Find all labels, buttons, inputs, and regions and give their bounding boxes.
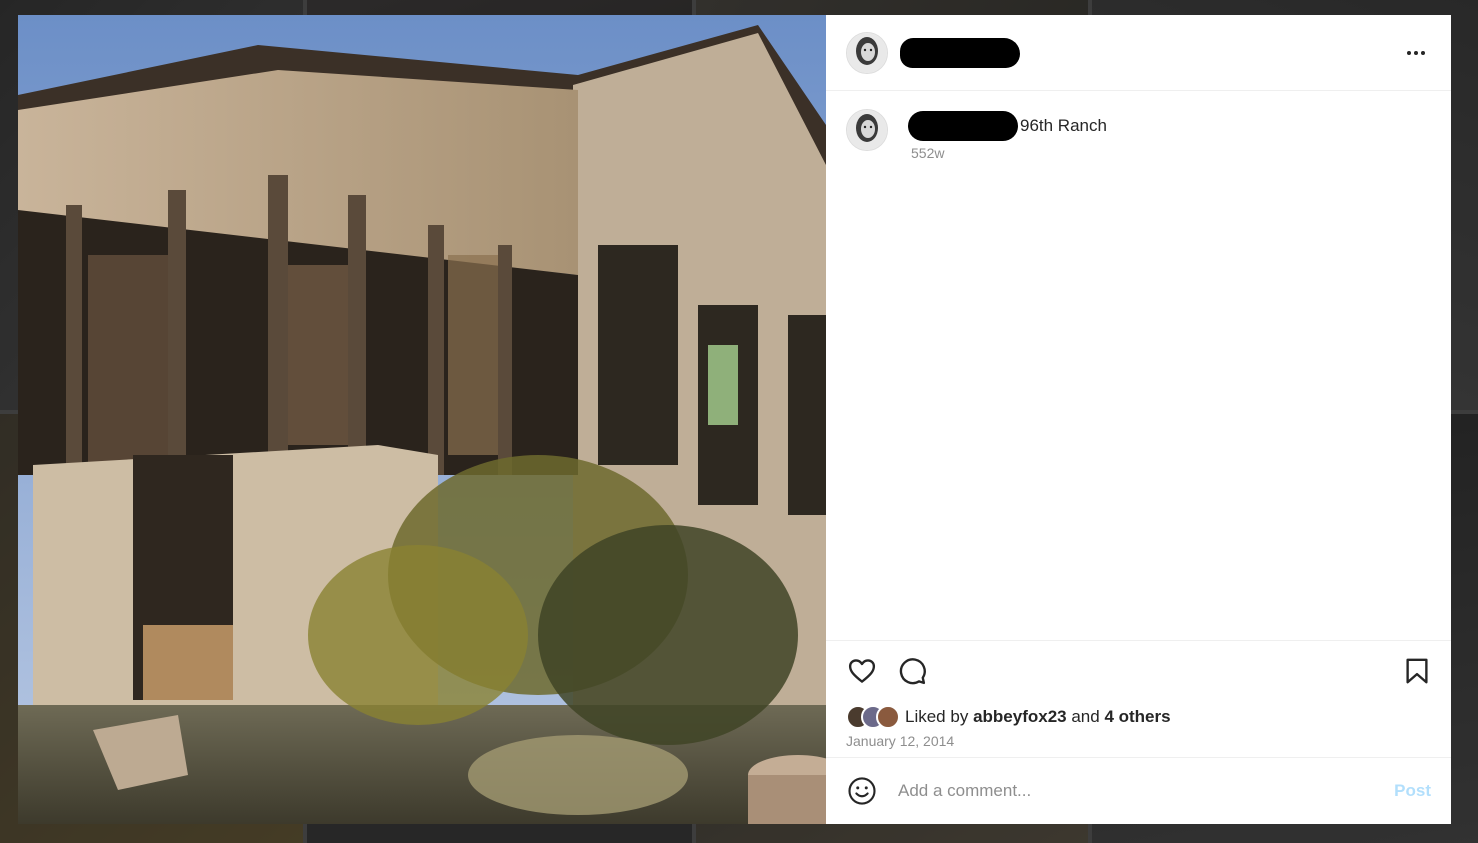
comment-button[interactable] xyxy=(896,655,928,687)
post-modal: 96th Ranch 552w Liked by abbeyfox23 and … xyxy=(18,15,1451,824)
caption-timestamp[interactable]: 552w xyxy=(911,145,1107,161)
liker-avatar xyxy=(876,705,900,729)
post-sidebar: 96th Ranch 552w Liked by abbeyfox23 and … xyxy=(826,15,1451,824)
smiley-icon xyxy=(848,777,876,805)
more-options-icon xyxy=(1407,51,1425,55)
caption: 96th Ranch 552w xyxy=(846,109,1431,161)
abandoned-house-photo xyxy=(18,15,826,824)
comments-area: 96th Ranch 552w xyxy=(826,91,1451,640)
avatar-icon xyxy=(847,110,887,150)
post-date[interactable]: January 12, 2014 xyxy=(846,733,1431,749)
comment-bubble-icon xyxy=(899,658,926,685)
likes-row: Liked by abbeyfox23 and 4 others xyxy=(846,703,1431,731)
comment-bar: Post xyxy=(826,757,1451,824)
actions-area: Liked by abbeyfox23 and 4 others January… xyxy=(826,640,1451,757)
post-comment-button[interactable]: Post xyxy=(1394,781,1431,801)
save-button[interactable] xyxy=(1401,655,1433,687)
likes-conjunction: and xyxy=(1071,707,1100,726)
caption-text: 96th Ranch xyxy=(1020,116,1107,135)
caption-avatar[interactable] xyxy=(846,109,888,151)
bookmark-icon xyxy=(1406,658,1428,684)
post-photo[interactable] xyxy=(18,15,826,824)
likes-text: Liked by abbeyfox23 and 4 others xyxy=(905,707,1171,727)
liker-avatars[interactable] xyxy=(846,705,900,729)
likes-prefix: Liked by xyxy=(905,707,969,726)
liker-username-link[interactable]: abbeyfox23 xyxy=(973,707,1067,726)
more-options-button[interactable] xyxy=(1401,39,1431,67)
caption-body: 96th Ranch 552w xyxy=(908,109,1107,161)
caption-line: 96th Ranch xyxy=(908,109,1107,143)
emoji-button[interactable] xyxy=(846,775,878,807)
post-header xyxy=(826,15,1451,91)
caption-username-redacted[interactable] xyxy=(908,111,1018,141)
like-button[interactable] xyxy=(846,655,878,687)
likes-others-link[interactable]: 4 others xyxy=(1104,707,1170,726)
author-avatar[interactable] xyxy=(846,31,888,74)
avatar-icon xyxy=(847,32,887,73)
heart-icon xyxy=(848,659,876,683)
author-username-redacted[interactable] xyxy=(900,37,1020,68)
action-icons xyxy=(846,655,1431,687)
comment-input[interactable] xyxy=(896,780,1370,802)
